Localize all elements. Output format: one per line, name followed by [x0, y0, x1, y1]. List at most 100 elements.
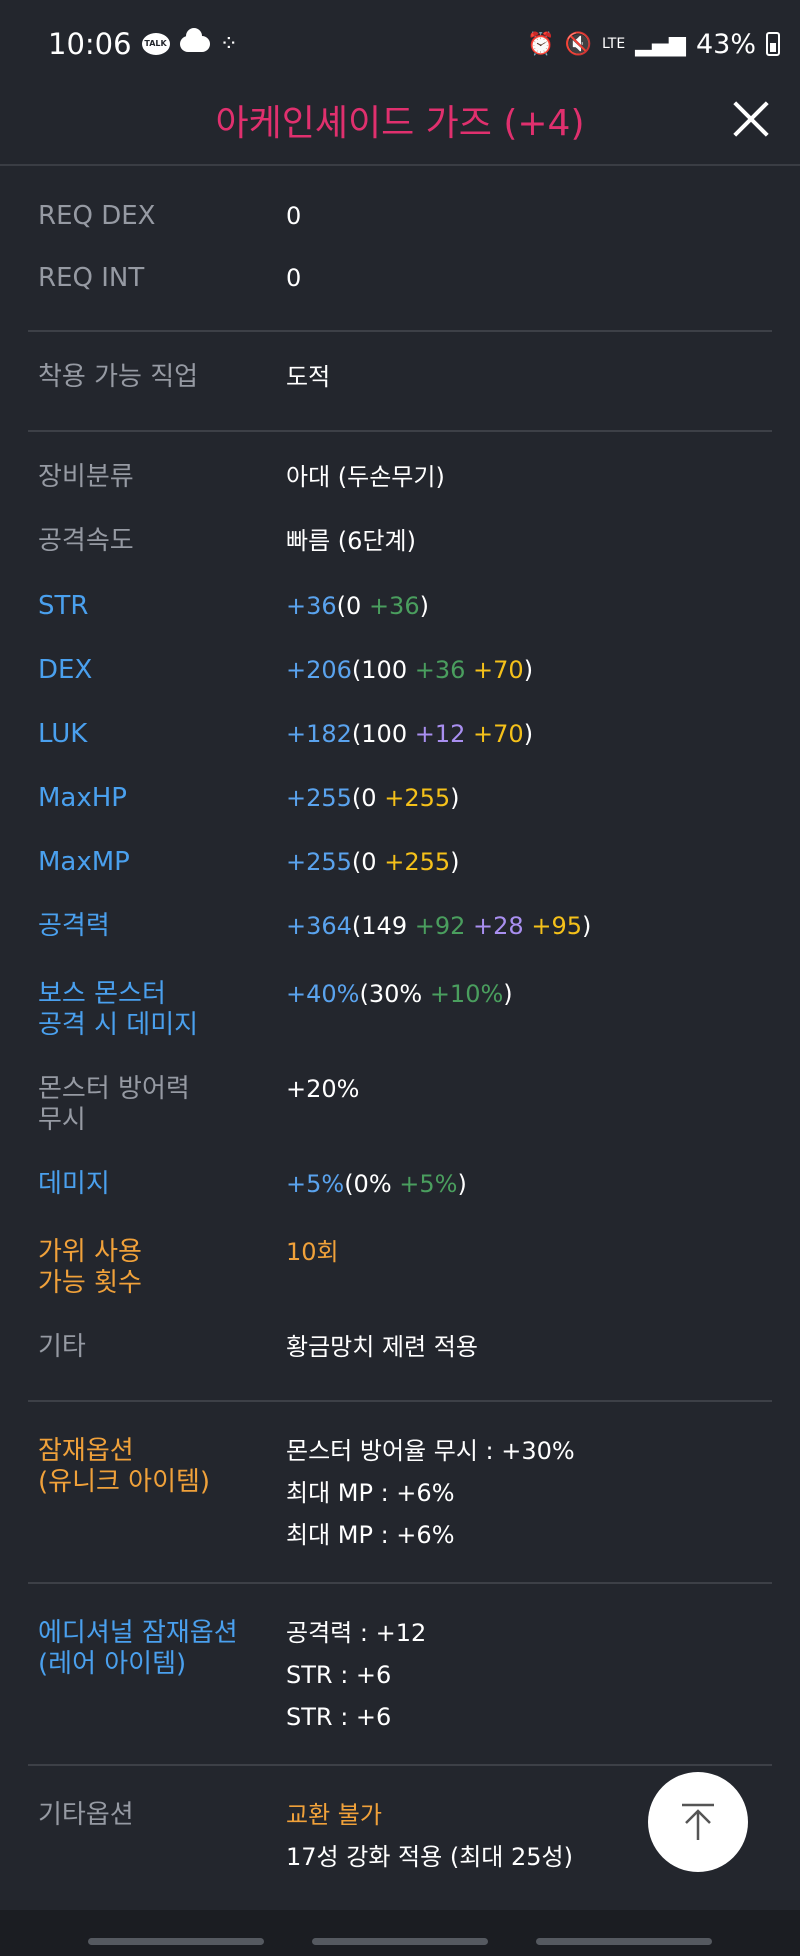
luk-enhance: +12: [414, 720, 466, 748]
scissors-row: 가위 사용 가능 횟수 10회: [38, 1237, 778, 1299]
req-dex-row: REQ DEX 0: [38, 201, 778, 232]
additional-potential-label: 에디셔널 잠재옵션 (레어 아이템): [38, 1618, 286, 1733]
req-int-row: REQ INT 0: [38, 263, 778, 294]
attack-close: ): [581, 912, 592, 940]
attack-base: (149: [351, 912, 408, 940]
attack-speed-value: 빠름 (6단계): [286, 527, 416, 555]
kakaotalk-icon: TALK: [141, 33, 170, 55]
cloud-icon: [179, 28, 210, 52]
damage-row: 데미지 +5%(0% +5%): [38, 1169, 778, 1200]
etc-label: 기타: [38, 1332, 86, 1362]
category-row: 장비분류 아대 (두손무기): [38, 462, 778, 493]
maxhp-label: MaxHP: [38, 783, 127, 813]
potential-lines: 몬스터 방어율 무시 : +30% 최대 MP : +6% 최대 MP : +6…: [286, 1436, 575, 1551]
str-base: (0: [336, 592, 362, 620]
scissors-label-line2: 가능 횟수: [38, 1268, 142, 1298]
req-dex-value: 0: [286, 202, 302, 230]
item-title: 아케인셰이드 가즈 (+4): [215, 103, 585, 144]
boss-damage-label-line1: 보스 몬스터: [38, 979, 166, 1009]
luk-value: +182(100 +12 +70): [286, 719, 533, 750]
scroll-to-top-button[interactable]: [648, 1772, 748, 1872]
boss-damage-label-line2: 공격 시 데미지: [38, 1010, 199, 1040]
other-options-label: 기타옵션: [38, 1800, 134, 1830]
maxhp-value: +255(0 +255): [286, 783, 460, 814]
attack-starforce: +95: [531, 912, 582, 940]
ignore-def-value: +20%: [286, 1075, 360, 1103]
dex-row: DEX +206(100 +36 +70): [38, 655, 778, 686]
signal-icon: ▂▄▆: [635, 31, 686, 57]
str-total: +36: [286, 592, 337, 620]
str-close: ): [419, 592, 429, 620]
boss-damage-total: +40%: [286, 980, 360, 1008]
additional-potential-label-line1: 에디셔널 잠재옵션: [38, 1618, 238, 1648]
attack-total: +364: [286, 912, 352, 940]
alarm-icon: ⏰: [527, 31, 555, 57]
potential-label-line2: (유니크 아이템): [38, 1467, 211, 1497]
ignore-def-label: 몬스터 방어력 무시: [38, 1074, 286, 1136]
maxmp-row: MaxMP +255(0 +255): [38, 847, 778, 878]
additional-potential-line: STR : +6: [286, 1661, 392, 1689]
maxhp-row: MaxHP +255(0 +255): [38, 783, 778, 814]
trade-restriction: 교환 불가: [286, 1801, 382, 1829]
damage-close: ): [457, 1170, 467, 1198]
dex-total: +206: [286, 656, 352, 684]
dex-starforce: +70: [473, 656, 524, 684]
category-value: 아대 (두손무기): [286, 463, 445, 491]
scissors-value: 10회: [286, 1238, 339, 1266]
dex-flame: +36: [414, 656, 466, 684]
maxhp-total: +255: [286, 784, 352, 812]
attack-row: 공격력 +364(149 +92 +28 +95): [38, 911, 778, 942]
back-button[interactable]: [536, 1938, 712, 1945]
boss-damage-row: 보스 몬스터 공격 시 데미지 +40%(30% +10%): [38, 979, 778, 1041]
potential-row: 잠재옵션 (유니크 아이템) 몬스터 방어율 무시 : +30% 최대 MP :…: [38, 1436, 778, 1551]
luk-row: LUK +182(100 +12 +70): [38, 719, 778, 750]
recent-apps-button[interactable]: [88, 1938, 264, 1945]
close-icon[interactable]: [728, 96, 774, 142]
str-row: STR +36(0 +36): [38, 591, 778, 622]
maxmp-label: MaxMP: [38, 847, 130, 877]
battery-icon: [766, 32, 780, 56]
maxmp-close: ): [450, 848, 460, 876]
damage-flame: +5%: [399, 1170, 458, 1198]
luk-close: ): [523, 720, 534, 748]
dex-value: +206(100 +36 +70): [286, 655, 533, 686]
attack-flame: +92: [414, 912, 466, 940]
luk-label: LUK: [38, 719, 88, 749]
additional-potential-line: STR : +6: [286, 1703, 392, 1731]
job-value: 도적: [286, 363, 331, 391]
damage-label: 데미지: [38, 1169, 110, 1199]
apps-icon: ⁘: [219, 31, 239, 57]
divider: [28, 430, 772, 432]
damage-base: (0%: [344, 1170, 392, 1198]
maxmp-starforce: +255: [384, 848, 451, 876]
attack-value: +364(149 +92 +28 +95): [286, 911, 591, 942]
boss-damage-base: (30%: [359, 980, 423, 1008]
dex-base: (100: [351, 656, 408, 684]
req-int-label: REQ INT: [38, 263, 145, 293]
divider: [28, 1582, 772, 1584]
additional-potential-line: 공격력 : +12: [286, 1619, 427, 1647]
dex-label: DEX: [38, 655, 93, 685]
luk-base: (100: [351, 720, 408, 748]
potential-label: 잠재옵션 (유니크 아이템): [38, 1436, 286, 1551]
ignore-def-label-line1: 몬스터 방어력: [38, 1074, 190, 1104]
attack-speed-label: 공격속도: [38, 526, 134, 556]
attack-label: 공격력: [38, 911, 110, 941]
boss-damage-flame: +10%: [429, 980, 504, 1008]
str-flame: +36: [368, 592, 420, 620]
lte-icon: LTE: [601, 36, 626, 52]
str-value: +36(0 +36): [286, 591, 429, 622]
job-label: 착용 가능 직업: [38, 362, 199, 392]
status-bar: 10:06 TALK ⁘ ⏰ 🔇 LTE ▂▄▆ 43%: [0, 0, 800, 88]
other-options-lines: 교환 불가 17성 강화 적용 (최대 25성): [286, 1800, 573, 1873]
boss-damage-label: 보스 몬스터 공격 시 데미지: [38, 979, 286, 1041]
divider: [28, 1400, 772, 1402]
maxhp-base: (0: [351, 784, 377, 812]
potential-line: 최대 MP : +6%: [286, 1479, 455, 1507]
job-row: 착용 가능 직업 도적: [38, 362, 778, 393]
home-button[interactable]: [312, 1938, 488, 1945]
additional-potential-label-line2: (레어 아이템): [38, 1649, 187, 1679]
str-label: STR: [38, 591, 89, 621]
damage-value: +5%(0% +5%): [286, 1169, 467, 1200]
potential-line: 최대 MP : +6%: [286, 1521, 455, 1549]
